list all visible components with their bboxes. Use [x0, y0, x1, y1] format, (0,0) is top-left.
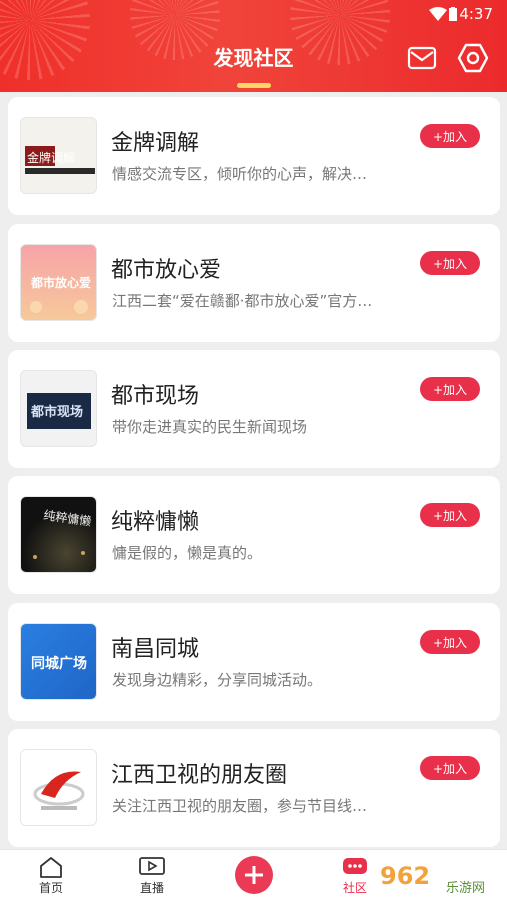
community-description: 慵是假的，懒是真的。 [112, 544, 263, 562]
community-title: 纯粹慵懒 [111, 510, 200, 535]
plus-icon [245, 866, 263, 884]
tab-home[interactable]: 首页 [21, 856, 81, 896]
status-time: 4:37 [459, 5, 493, 23]
status-bar: 4:37 [0, 0, 507, 30]
community-description: 带你走进真实的民生新闻现场 [112, 418, 308, 436]
wifi-icon [429, 7, 447, 21]
community-card[interactable]: 金牌调解 金牌调解 情感交流专区，倾听你的心声，解决… +加入 [8, 97, 500, 215]
community-title: 都市放心爱 [111, 258, 222, 283]
nanchang-local-logo: 同城广场 [20, 623, 97, 700]
community-description: 情感交流专区，倾听你的心声，解决… [112, 165, 368, 183]
settings-icon[interactable] [457, 42, 489, 74]
tab-live[interactable]: 直播 [122, 856, 182, 896]
mail-icon[interactable] [407, 44, 437, 72]
join-button[interactable]: +加入 [420, 124, 480, 148]
thumb-text: 都市放心爱 [30, 275, 91, 290]
community-title: 都市现场 [111, 384, 200, 409]
community-description: 关注江西卫视的朋友圈，参与节目线… [112, 797, 368, 815]
watermark-site: 乐游网 [446, 881, 485, 896]
tab-home-label: 首页 [38, 881, 63, 895]
community-card[interactable]: 江西卫视的朋友圈 关注江西卫视的朋友圈，参与节目线… +加入 [8, 729, 500, 847]
urban-scene-logo: 都市现场 [20, 370, 97, 447]
pure-lazy-poster: 纯粹慵懒 [20, 496, 97, 573]
join-button[interactable]: +加入 [420, 377, 480, 401]
jiangxi-tv-logo [20, 749, 97, 826]
community-card[interactable]: 都市放心爱 都市放心爱 江西二套“爱在赣鄱·都市放心爱”官方… +加入 [8, 224, 500, 342]
chat-icon [343, 858, 367, 874]
title-underline [237, 83, 271, 88]
thumb-text: 同城广场 [31, 655, 87, 672]
urban-love-poster: 都市放心爱 [20, 244, 97, 321]
add-post-button[interactable] [235, 856, 273, 894]
battery-icon [449, 7, 457, 21]
community-title: 南昌同城 [111, 637, 200, 662]
community-title: 金牌调解 [111, 131, 200, 156]
thumb-text: 都市现场 [30, 404, 83, 420]
community-description: 江西二套“爱在赣鄱·都市放心爱”官方… [112, 292, 373, 310]
community-card[interactable]: 同城广场 南昌同城 发现身边精彩，分享同城活动。 +加入 [8, 603, 500, 721]
thumb-text: 金牌调解 [27, 150, 75, 165]
community-card[interactable]: 都市现场 都市现场 带你走进真实的民生新闻现场 +加入 [8, 350, 500, 468]
community-description: 发现身边精彩，分享同城活动。 [112, 671, 323, 689]
home-icon [40, 857, 62, 878]
watermark-number: 962 [380, 862, 430, 890]
tv-play-icon [139, 857, 165, 875]
join-button[interactable]: +加入 [420, 756, 480, 780]
tab-live-label: 直播 [139, 881, 164, 895]
join-button[interactable]: +加入 [420, 630, 480, 654]
golden-mediation-logo: 金牌调解 [20, 117, 97, 194]
thumb-text: 纯粹慵懒 [43, 507, 93, 529]
join-button[interactable]: +加入 [420, 251, 480, 275]
join-button[interactable]: +加入 [420, 503, 480, 527]
app-header: 4:37 发现社区 [0, 0, 507, 92]
tab-community-label: 社区 [342, 881, 367, 895]
community-title: 江西卫视的朋友圈 [111, 763, 288, 788]
site-watermark: 962 乐游网 [372, 856, 502, 898]
community-card[interactable]: 纯粹慵懒 纯粹慵懒 慵是假的，懒是真的。 +加入 [8, 476, 500, 594]
